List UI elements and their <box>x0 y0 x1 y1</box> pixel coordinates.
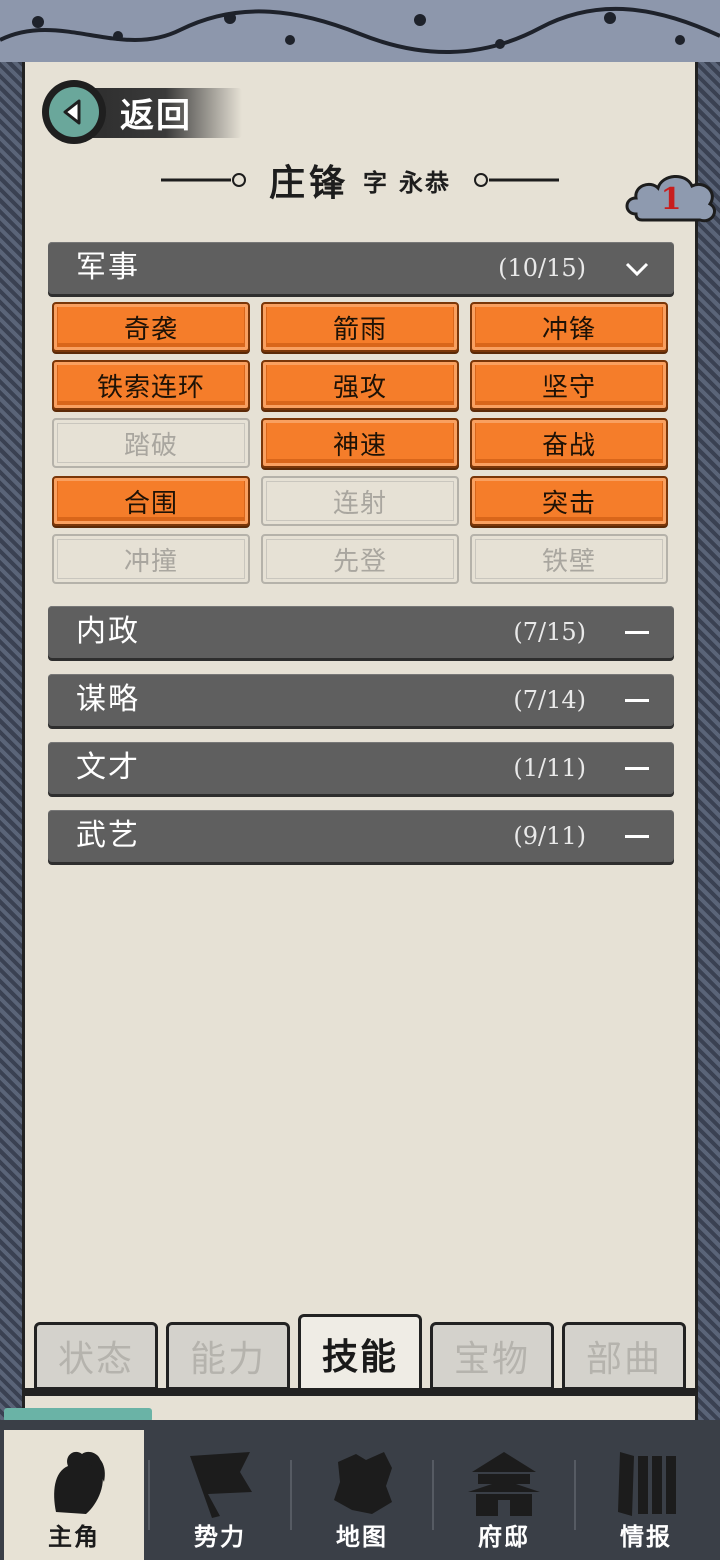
right-title-ornament-icon <box>474 173 559 187</box>
mansion-icon <box>468 1452 540 1516</box>
skill-button[interactable]: 连射 <box>261 476 459 526</box>
skill-button[interactable]: 神速 <box>261 418 459 468</box>
back-label: 返回 <box>120 95 192 136</box>
nav-label: 府邸 <box>478 1522 530 1551</box>
tab-skills[interactable]: 技能 <box>298 1314 422 1390</box>
bottom-navigation: 主角 势力 地图 府邸 情报 <box>0 1420 720 1560</box>
tabs-baseline <box>22 1388 698 1396</box>
skill-button[interactable]: 冲撞 <box>52 534 250 584</box>
section-count: (7/14) <box>513 686 586 714</box>
nav-hero[interactable]: 主角 <box>4 1430 144 1560</box>
collapse-dash-icon[interactable] <box>624 688 650 714</box>
skill-button[interactable]: 冲锋 <box>470 302 668 352</box>
tab-treasures[interactable]: 宝物 <box>430 1322 554 1390</box>
section-count: (9/11) <box>513 822 586 850</box>
left-border-pattern <box>0 62 22 1442</box>
section-name: 谋略 <box>76 682 140 717</box>
skill-button[interactable]: 奋战 <box>470 418 668 468</box>
skill-button[interactable]: 突击 <box>470 476 668 526</box>
nav-label: 情报 <box>620 1522 672 1551</box>
character-name: 庄锋 <box>268 162 349 204</box>
skill-button[interactable]: 合围 <box>52 476 250 526</box>
skill-button[interactable]: 强攻 <box>261 360 459 410</box>
section-name: 武艺 <box>76 818 140 853</box>
nav-intelligence[interactable]: 情报 <box>576 1430 716 1560</box>
scroll-icon <box>618 1452 676 1516</box>
courtesy-label: 字 <box>363 167 387 197</box>
skill-button[interactable]: 铁壁 <box>470 534 668 584</box>
vine-ornament-icon <box>0 6 720 54</box>
courtesy-name: 永恭 <box>399 167 451 197</box>
profile-tabs: 状态 能力 技能 宝物 部曲 <box>30 1314 692 1394</box>
section-count: (1/11) <box>513 754 586 782</box>
section-name: 内政 <box>76 614 140 649</box>
skill-button[interactable]: 踏破 <box>52 418 250 468</box>
nav-map[interactable]: 地图 <box>292 1430 432 1560</box>
back-arrow-icon[interactable] <box>42 80 106 144</box>
skill-button[interactable]: 坚守 <box>470 360 668 410</box>
skill-button[interactable]: 箭雨 <box>261 302 459 352</box>
flag-icon <box>190 1452 252 1518</box>
section-literary[interactable]: 文才 (1/11) <box>48 742 674 794</box>
right-border-pattern <box>698 62 720 1442</box>
skill-button[interactable]: 铁索连环 <box>52 360 250 410</box>
section-martial[interactable]: 武艺 (9/11) <box>48 810 674 862</box>
collapse-dash-icon[interactable] <box>624 824 650 850</box>
collapse-dash-icon[interactable] <box>624 620 650 646</box>
notification-count: 1 <box>660 181 682 217</box>
collapse-dash-icon[interactable] <box>624 756 650 782</box>
nav-label: 主角 <box>48 1522 100 1551</box>
top-ornament-band <box>0 0 720 65</box>
nav-label: 地图 <box>336 1522 388 1551</box>
section-count: (10/15) <box>498 254 586 282</box>
section-strategy[interactable]: 谋略 (7/14) <box>48 674 674 726</box>
military-skill-grid: 奇袭 箭雨 冲锋 铁索连环 强攻 坚守 踏破 神速 奋战 合围 连射 突击 冲撞… <box>52 302 668 584</box>
chevron-down-icon[interactable] <box>624 256 650 282</box>
character-title: 庄锋 字 永恭 <box>0 150 720 210</box>
skill-button[interactable]: 先登 <box>261 534 459 584</box>
section-military[interactable]: 军事 (10/15) <box>48 242 674 294</box>
left-title-ornament-icon <box>160 173 246 187</box>
section-name: 文才 <box>76 750 140 785</box>
section-administration[interactable]: 内政 (7/15) <box>48 606 674 658</box>
tab-status[interactable]: 状态 <box>34 1322 158 1390</box>
tab-abilities[interactable]: 能力 <box>166 1322 290 1390</box>
nav-faction[interactable]: 势力 <box>150 1430 290 1560</box>
tab-troops[interactable]: 部曲 <box>562 1322 686 1390</box>
notification-cloud-button[interactable]: 1 <box>622 168 720 230</box>
nav-mansion[interactable]: 府邸 <box>434 1430 574 1560</box>
section-name: 军事 <box>76 250 140 285</box>
skill-button[interactable]: 奇袭 <box>52 302 250 352</box>
nav-label: 势力 <box>194 1522 246 1551</box>
section-count: (7/15) <box>513 618 586 646</box>
back-button[interactable]: 返回 <box>42 80 242 144</box>
map-icon <box>334 1452 392 1514</box>
hero-icon <box>54 1451 105 1514</box>
